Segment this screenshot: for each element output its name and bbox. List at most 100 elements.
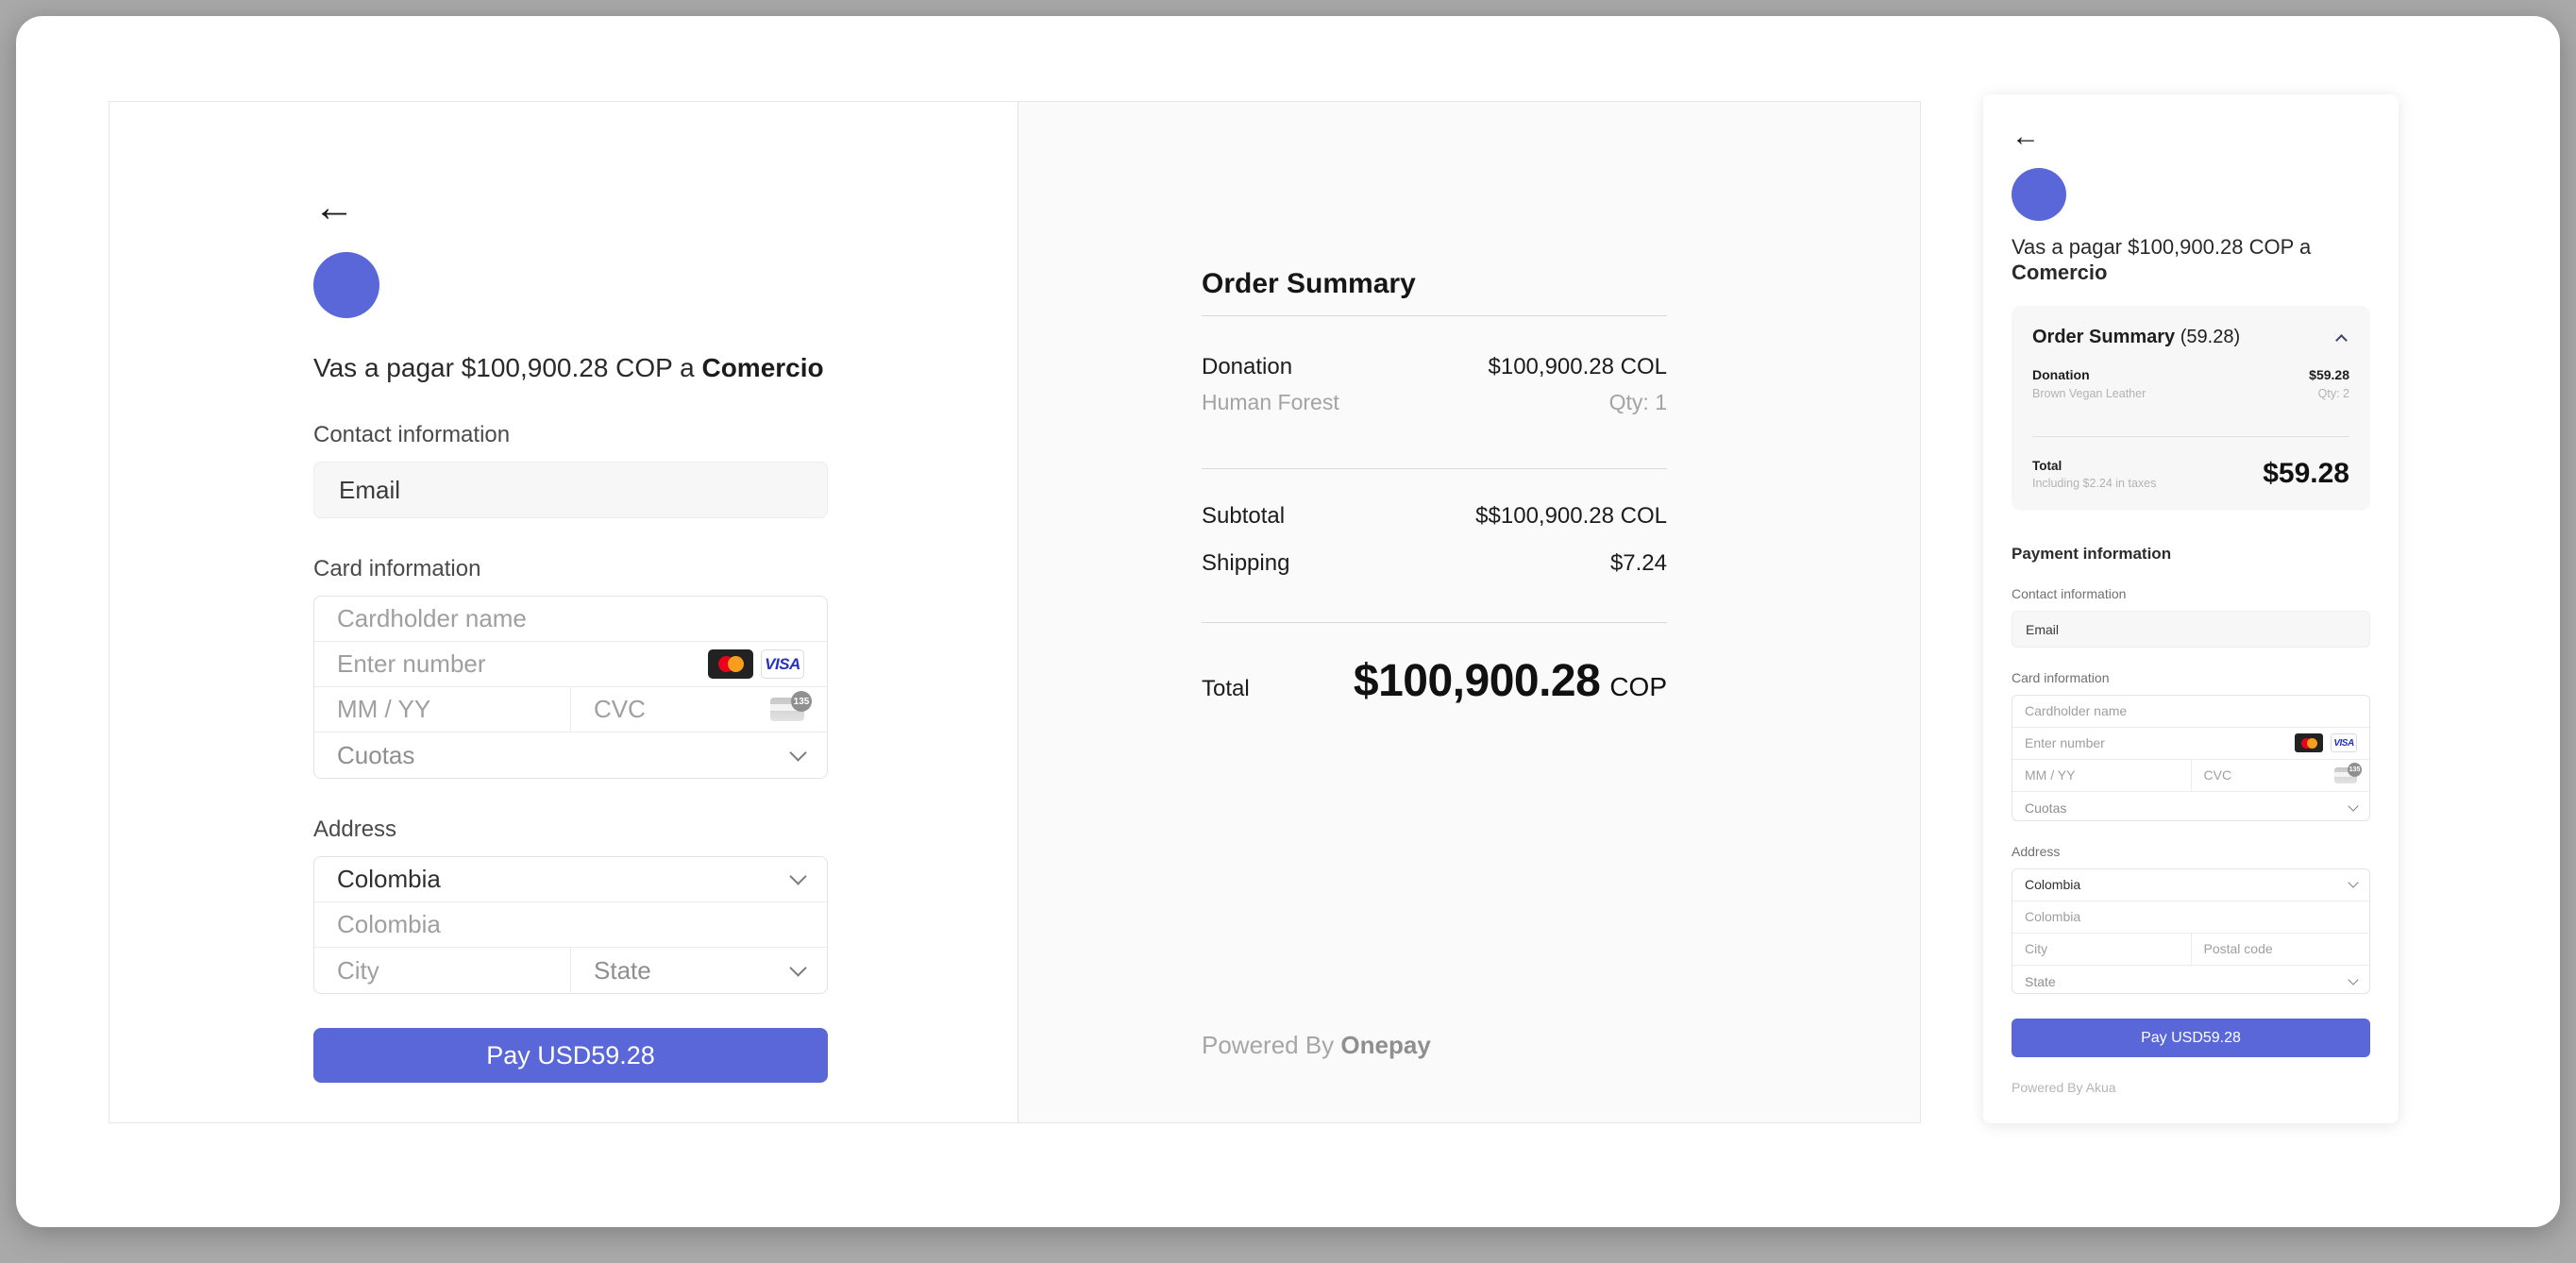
postal-code-input[interactable] bbox=[2204, 941, 2358, 956]
divider bbox=[1202, 622, 1667, 623]
chevron-down-icon bbox=[789, 744, 806, 761]
chevron-down-icon bbox=[2348, 877, 2358, 887]
divider bbox=[1202, 315, 1667, 316]
cardholder-name-field[interactable] bbox=[314, 597, 827, 642]
city-input[interactable] bbox=[337, 956, 547, 985]
address-group: Colombia State bbox=[2012, 868, 2370, 995]
order-item-desc-row: Human Forest Qty: 1 bbox=[1202, 390, 1667, 415]
chevron-down-icon bbox=[2348, 800, 2358, 811]
visa-icon: VISA bbox=[2331, 733, 2357, 752]
merchant-avatar bbox=[2012, 168, 2066, 221]
address-label: Address bbox=[313, 817, 828, 843]
payment-header: Vas a pagar $100,900.28 COP a Comercio bbox=[2012, 234, 2370, 285]
total-amount: $59.28 bbox=[2263, 458, 2349, 490]
address-line-input[interactable] bbox=[337, 910, 804, 939]
item-description: Human Forest bbox=[1202, 390, 1339, 415]
shipping-value: $7.24 bbox=[1610, 550, 1667, 577]
cvc-field[interactable]: 135 bbox=[570, 687, 827, 732]
address-group: Colombia State bbox=[313, 856, 828, 994]
order-summary-toggle[interactable]: Order Summary (59.28) bbox=[2032, 327, 2349, 348]
back-arrow-icon[interactable]: ← bbox=[2012, 123, 2370, 151]
order-summary-title: Order Summary bbox=[1202, 268, 1667, 300]
card-number-input[interactable] bbox=[337, 649, 708, 679]
total-row: Total $100,900.28 COP bbox=[1202, 655, 1667, 707]
mobile-checkout-card: ← Vas a pagar $100,900.28 COP a Comercio… bbox=[1983, 94, 2399, 1123]
country-select[interactable]: Colombia bbox=[314, 857, 827, 902]
address-line-input[interactable] bbox=[2025, 909, 2357, 924]
item-amount: $59.28 bbox=[2309, 367, 2349, 382]
powered-by: Powered By Akua bbox=[2012, 1080, 2370, 1095]
city-input[interactable] bbox=[2025, 941, 2179, 956]
payment-form-pane: ← Vas a pagar $100,900.28 COP a Comercio… bbox=[109, 102, 1018, 1122]
card-information-group: VISA 135 Cuotas bbox=[313, 596, 828, 779]
divider bbox=[2032, 436, 2349, 437]
address-line-field[interactable] bbox=[314, 902, 827, 948]
subtotal-value: $$100,900.28 COL bbox=[1475, 503, 1667, 530]
order-summary-pane: Order Summary Donation $100,900.28 COL H… bbox=[1018, 102, 1920, 1122]
cvc-input[interactable] bbox=[594, 695, 770, 724]
card-information-group: VISA 135 Cuotas bbox=[2012, 695, 2370, 821]
payment-information-label: Payment information bbox=[2012, 545, 2370, 564]
chevron-down-icon bbox=[789, 867, 806, 884]
mastercard-icon bbox=[2295, 733, 2323, 752]
total-label: Total bbox=[2032, 459, 2156, 473]
item-qty: Qty: 2 bbox=[2318, 387, 2349, 400]
merchant-avatar bbox=[313, 252, 379, 318]
country-select[interactable]: Colombia bbox=[2012, 869, 2369, 901]
chevron-down-icon bbox=[2348, 974, 2358, 985]
card-information-label: Card information bbox=[2012, 670, 2370, 685]
email-input[interactable] bbox=[2026, 622, 2356, 637]
state-select[interactable]: State bbox=[2012, 966, 2369, 995]
city-field[interactable] bbox=[2012, 934, 2191, 965]
email-field[interactable] bbox=[2012, 611, 2370, 648]
visa-icon: VISA bbox=[761, 649, 804, 679]
divider bbox=[1202, 468, 1667, 469]
item-name: Donation bbox=[2032, 367, 2090, 382]
email-input[interactable] bbox=[339, 476, 802, 505]
cardholder-name-input[interactable] bbox=[337, 604, 804, 633]
address-line-field[interactable] bbox=[2012, 901, 2369, 934]
expiry-input[interactable] bbox=[337, 695, 547, 724]
item-qty: Qty: 1 bbox=[1609, 390, 1667, 415]
shipping-label: Shipping bbox=[1202, 550, 1289, 577]
back-arrow-icon[interactable]: ← bbox=[313, 187, 828, 228]
expiry-input[interactable] bbox=[2025, 767, 2179, 783]
card-number-field[interactable]: VISA bbox=[2012, 728, 2369, 760]
item-amount: $100,900.28 COL bbox=[1489, 354, 1667, 380]
expiry-field[interactable] bbox=[2012, 760, 2191, 791]
powered-by: Powered By Onepay bbox=[1202, 1031, 1667, 1060]
provider-name: Onepay bbox=[1340, 1031, 1430, 1059]
checkout-window: ← Vas a pagar $100,900.28 COP a Comercio… bbox=[16, 16, 2560, 1227]
contact-information-label: Contact information bbox=[313, 422, 828, 448]
pay-button[interactable]: Pay USD59.28 bbox=[313, 1028, 828, 1083]
item-name: Donation bbox=[1202, 354, 1292, 380]
email-field[interactable] bbox=[313, 462, 828, 518]
mastercard-icon bbox=[708, 649, 753, 679]
postal-code-field[interactable] bbox=[2191, 934, 2370, 965]
merchant-name: Comercio bbox=[701, 353, 823, 382]
order-item-desc-row: Brown Vegan Leather Qty: 2 bbox=[2032, 387, 2349, 400]
card-number-field[interactable]: VISA bbox=[314, 642, 827, 687]
city-field[interactable] bbox=[314, 948, 570, 993]
state-select[interactable]: State bbox=[570, 948, 827, 993]
payment-header: Vas a pagar $100,900.28 COP a Comercio bbox=[313, 352, 828, 384]
shipping-row: Shipping $7.24 bbox=[1202, 550, 1667, 577]
cvc-card-icon: 135 bbox=[770, 698, 804, 721]
installments-select[interactable]: Cuotas bbox=[314, 733, 827, 778]
total-note: Including $2.24 in taxes bbox=[2032, 477, 2156, 490]
card-number-input[interactable] bbox=[2025, 735, 2295, 750]
cardholder-name-field[interactable] bbox=[2012, 696, 2369, 728]
order-summary-card: Order Summary (59.28) Donation $59.28 Br… bbox=[2012, 306, 2370, 511]
cardholder-name-input[interactable] bbox=[2025, 703, 2357, 718]
cvc-field[interactable]: 135 bbox=[2191, 760, 2370, 791]
cvc-input[interactable] bbox=[2204, 767, 2335, 783]
installments-select[interactable]: Cuotas bbox=[2012, 792, 2369, 821]
card-information-label: Card information bbox=[313, 556, 828, 582]
order-item-row: Donation $100,900.28 COL bbox=[1202, 354, 1667, 380]
total-label: Total bbox=[1202, 676, 1250, 702]
total-row: Total Including $2.24 in taxes $59.28 bbox=[2032, 458, 2349, 490]
expiry-field[interactable] bbox=[314, 687, 570, 732]
total-currency: COP bbox=[1609, 672, 1667, 702]
total-amount: $100,900.28 bbox=[1354, 655, 1600, 707]
pay-button[interactable]: Pay USD59.28 bbox=[2012, 1019, 2370, 1057]
